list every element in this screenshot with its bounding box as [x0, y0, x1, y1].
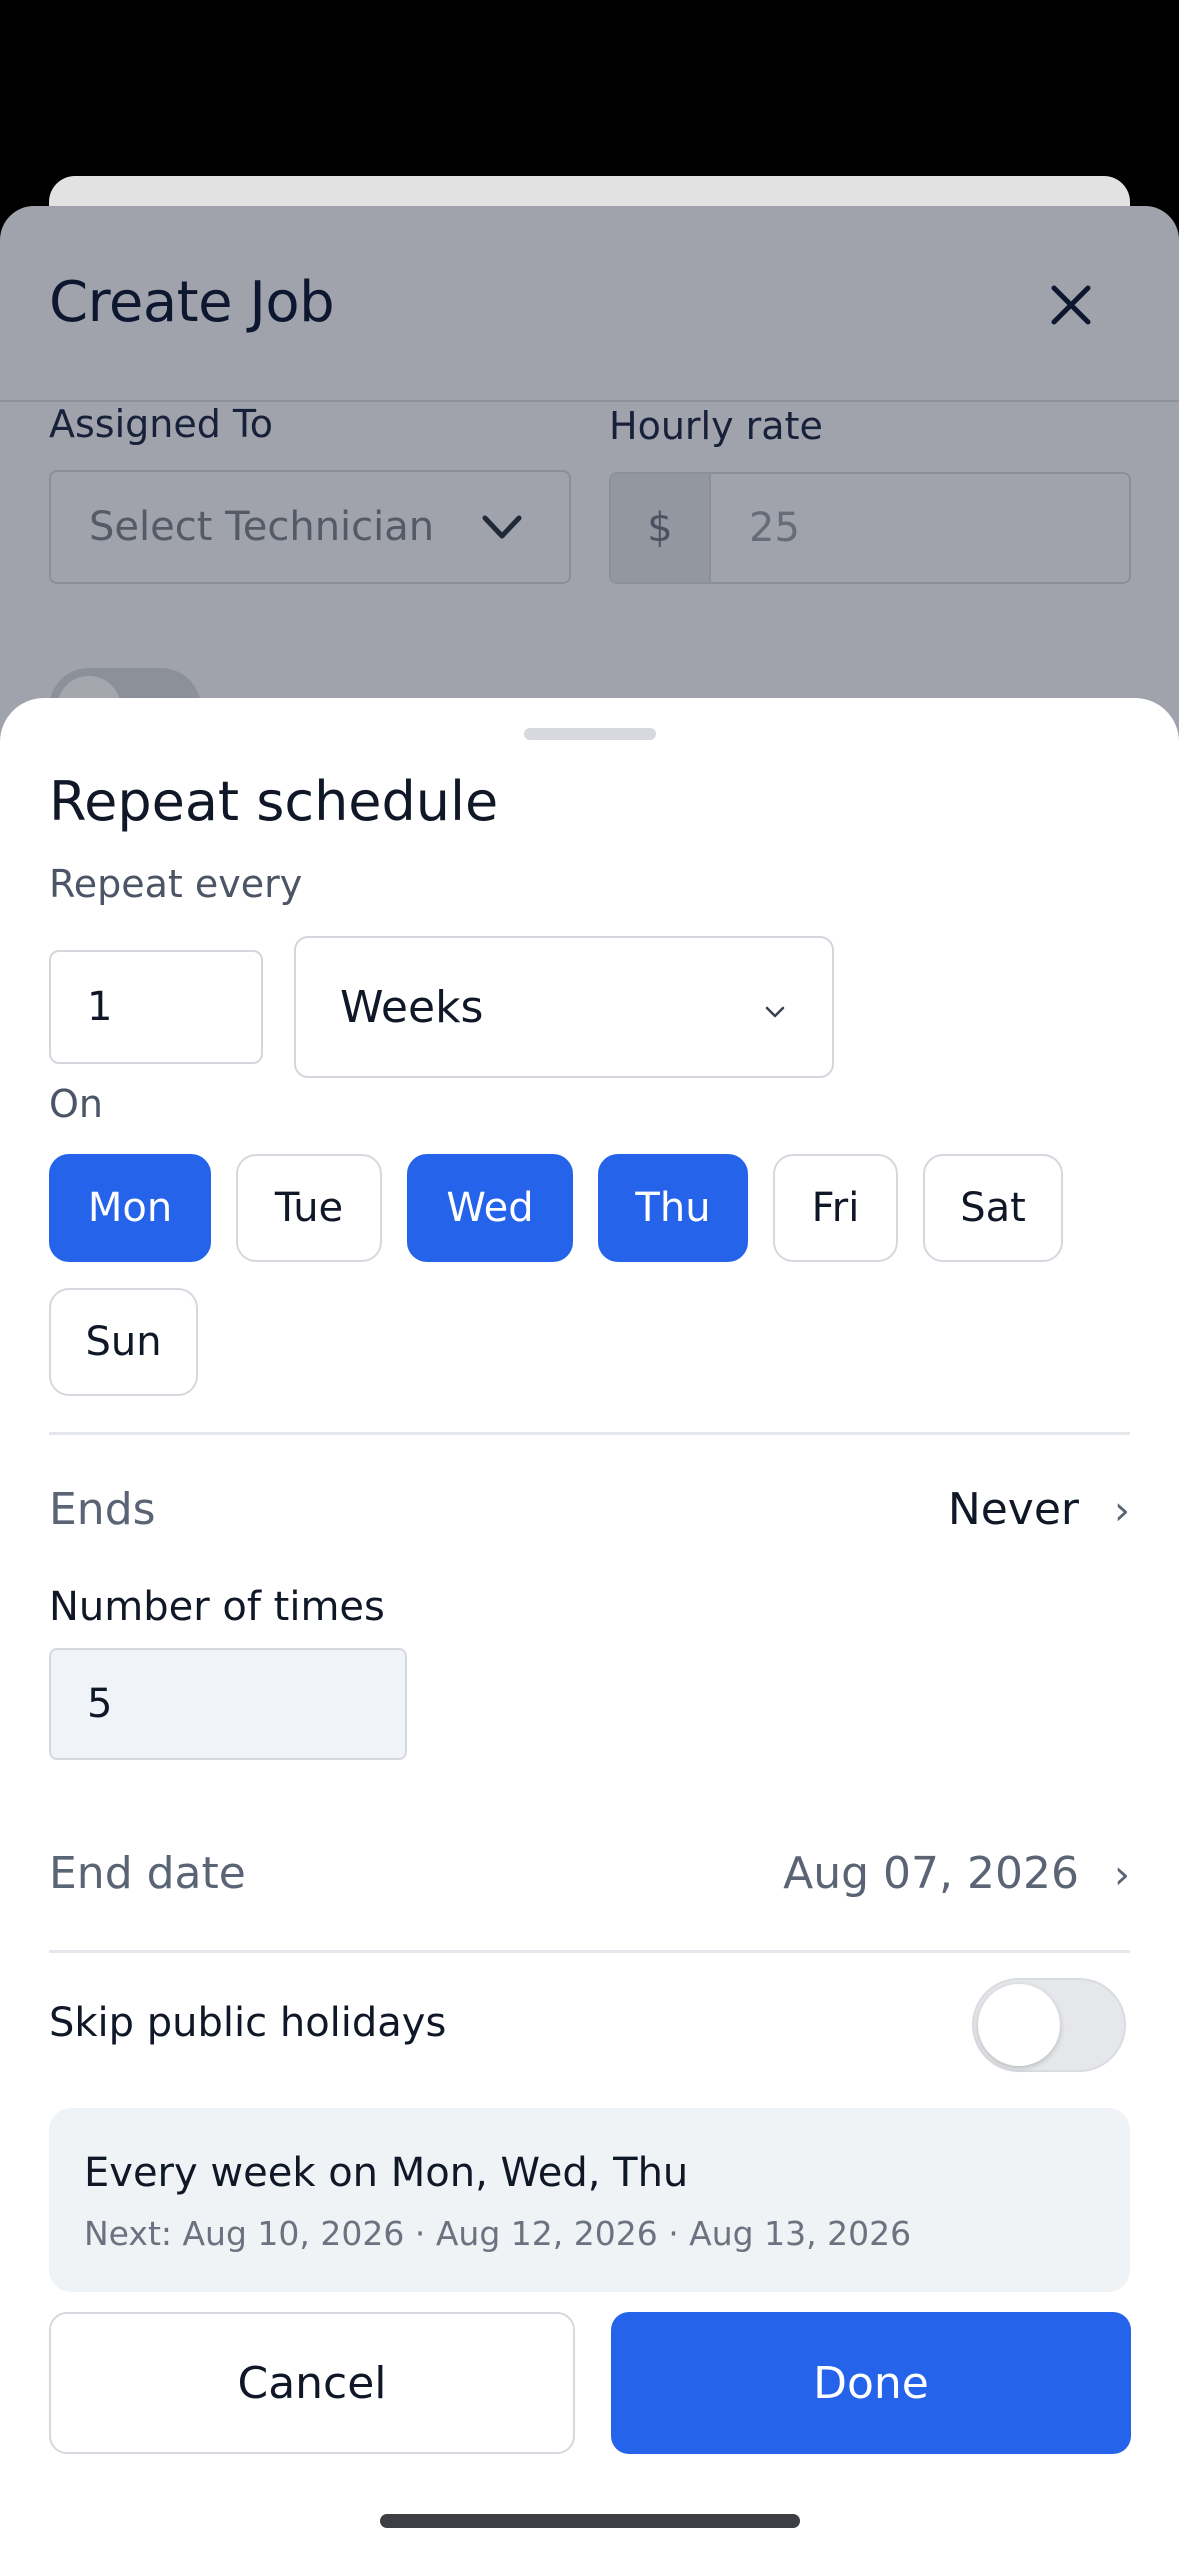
technician-select[interactable]: Select Technician [49, 470, 571, 584]
summary-description: Every week on Mon, Wed, Thu [84, 2150, 689, 2196]
assigned-to-label: Assigned To [49, 402, 273, 446]
chevron-right-icon: › [1114, 1488, 1130, 1534]
day-toggle-fri[interactable]: Fri [773, 1154, 898, 1262]
currency-prefix: $ [611, 474, 711, 582]
summary-next-dates: Next: Aug 10, 2026 · Aug 12, 2026 · Aug … [84, 2214, 912, 2253]
end-date-label: End date [49, 1848, 246, 1899]
done-button[interactable]: Done [611, 2312, 1131, 2454]
schedule-summary-card: Every week on Mon, Wed, Thu Next: Aug 10… [49, 2108, 1130, 2292]
ends-value[interactable]: Never [948, 1484, 1079, 1535]
sheet-grabber[interactable] [524, 728, 656, 740]
chevron-right-icon: › [1114, 1852, 1130, 1898]
number-of-times-label: Number of times [49, 1584, 385, 1630]
home-indicator [380, 2514, 800, 2528]
chevron-down-icon [482, 515, 522, 539]
day-toggle-sun[interactable]: Sun [49, 1288, 198, 1396]
skip-holidays-toggle[interactable] [972, 1978, 1126, 2072]
cancel-button[interactable]: Cancel [49, 2312, 575, 2454]
chevron-down-icon [765, 1006, 785, 1018]
end-date-value[interactable]: Aug 07, 2026 [783, 1848, 1079, 1899]
hourly-rate-field[interactable]: $ 25 [609, 472, 1131, 584]
repeat-interval-input[interactable]: 1 [49, 950, 263, 1064]
create-job-title: Create Job [49, 270, 335, 335]
day-toggle-mon[interactable]: Mon [49, 1154, 211, 1262]
day-toggle-thu[interactable]: Thu [598, 1154, 748, 1262]
day-toggle-sat[interactable]: Sat [923, 1154, 1063, 1262]
section-divider [49, 1950, 1130, 1953]
toggle-knob [978, 1984, 1060, 2066]
close-icon[interactable] [1040, 274, 1102, 336]
number-of-times-input[interactable]: 5 [49, 1648, 407, 1760]
skip-holidays-label: Skip public holidays [49, 2000, 447, 2046]
hourly-rate-value: 25 [749, 505, 800, 551]
repeat-every-label: Repeat every [49, 862, 303, 906]
day-toggle-tue[interactable]: Tue [236, 1154, 382, 1262]
repeat-unit-select[interactable]: Weeks [294, 936, 834, 1078]
repeat-unit-value: Weeks [340, 981, 484, 1033]
day-toggle-wed[interactable]: Wed [407, 1154, 573, 1262]
sheet-title: Repeat schedule [49, 770, 499, 833]
on-label: On [49, 1082, 103, 1126]
hourly-rate-label: Hourly rate [609, 404, 823, 448]
technician-select-placeholder: Select Technician [89, 504, 435, 550]
ends-label: Ends [49, 1484, 156, 1535]
section-divider [49, 1432, 1130, 1435]
